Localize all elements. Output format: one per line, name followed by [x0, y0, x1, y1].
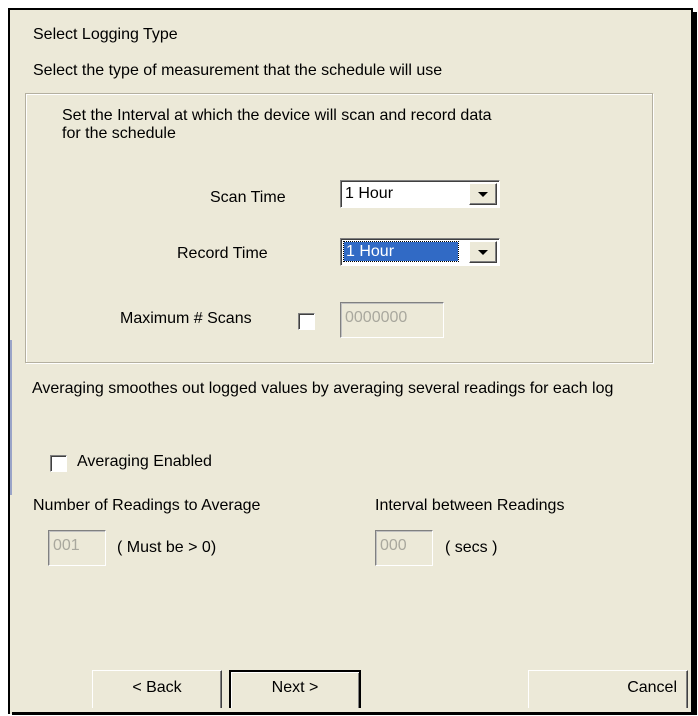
interval-readings-hint: ( secs ) [445, 539, 498, 556]
interval-description: Set the Interval at which the device wil… [62, 107, 492, 142]
averaging-description: Averaging smoothes out logged values by … [32, 380, 614, 397]
max-scans-checkbox[interactable] [298, 313, 315, 330]
num-readings-hint: ( Must be > 0) [117, 539, 217, 556]
num-readings-field[interactable]: 001 [48, 530, 106, 566]
next-button[interactable]: Next > [229, 670, 361, 708]
averaging-enabled-label: Averaging Enabled [77, 453, 212, 470]
chevron-down-icon [478, 192, 488, 197]
record-time-label: Record Time [177, 245, 268, 262]
interval-readings-label: Interval between Readings [375, 497, 565, 514]
dialog-shadow-bottom [12, 712, 697, 715]
dialog-shadow-right [693, 12, 697, 712]
scan-time-dropdown-button[interactable] [469, 183, 497, 205]
interval-readings-field[interactable]: 000 [375, 530, 433, 566]
max-scans-field[interactable]: 0000000 [340, 302, 444, 338]
chevron-down-icon [478, 250, 488, 255]
averaging-enabled-checkbox[interactable] [50, 455, 67, 472]
num-readings-label: Number of Readings to Average [33, 497, 261, 514]
cancel-button[interactable]: Cancel [528, 670, 688, 708]
scan-time-label: Scan Time [210, 189, 286, 206]
record-time-dropdown-button[interactable] [469, 241, 497, 263]
record-time-value: 1 Hour [343, 241, 459, 262]
page-title: Select Logging Type [33, 26, 178, 43]
scan-time-select[interactable]: 1 Hour [340, 180, 500, 208]
window-edge-marker [10, 340, 12, 495]
back-button[interactable]: < Back [92, 670, 222, 708]
page-subtitle: Select the type of measurement that the … [33, 62, 443, 79]
scan-time-value: 1 Hour [345, 185, 394, 202]
record-time-select[interactable]: 1 Hour [340, 238, 500, 266]
max-scans-label: Maximum # Scans [120, 310, 252, 327]
